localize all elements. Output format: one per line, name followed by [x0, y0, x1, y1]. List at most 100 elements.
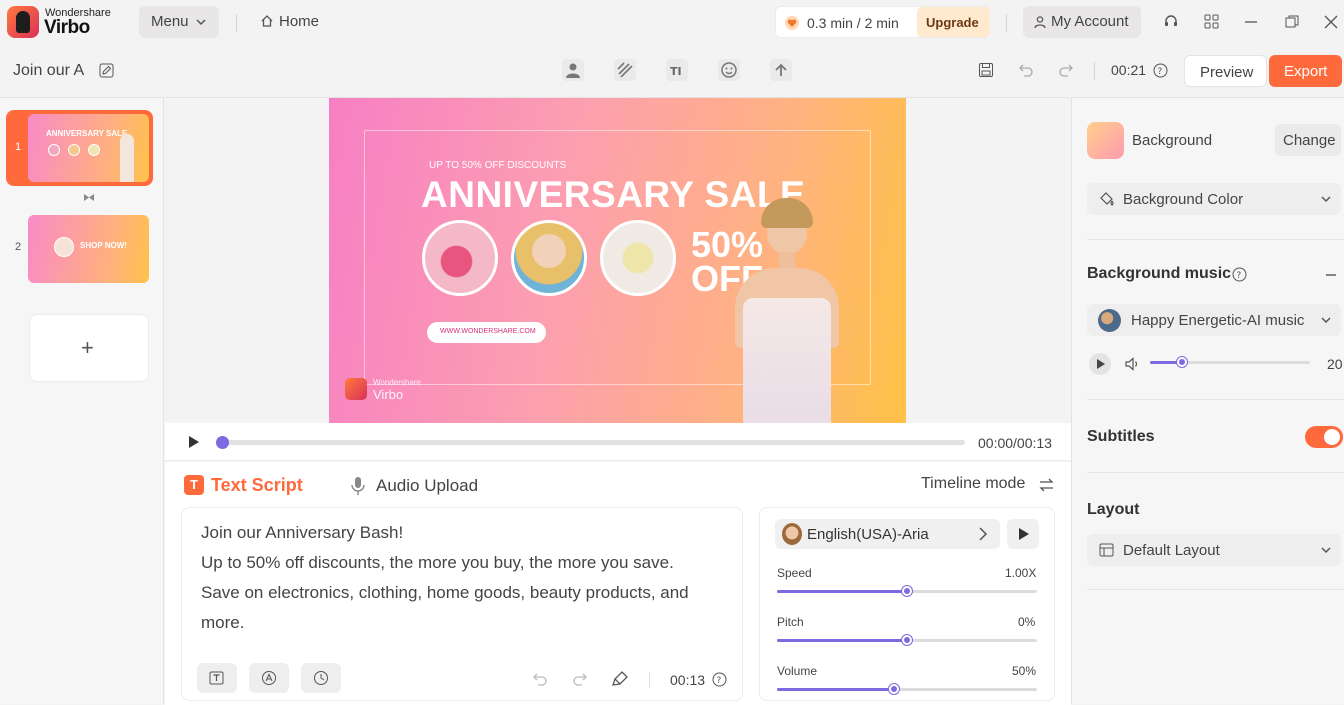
- menu-label: Menu: [151, 13, 189, 30]
- playback-knob[interactable]: [216, 436, 229, 449]
- help-icon[interactable]: ?: [712, 672, 727, 687]
- upgrade-button[interactable]: Upgrade: [917, 7, 990, 37]
- script-editor[interactable]: Join our Anniversary Bash! Up to 50% off…: [181, 507, 743, 701]
- transition-icon[interactable]: [83, 193, 95, 202]
- slide-thumb-title: ANNIVERSARY SALE: [46, 129, 128, 138]
- my-account-button[interactable]: My Account: [1023, 6, 1141, 38]
- script-area: T Text Script Audio Upload Timeline mode…: [165, 462, 1071, 705]
- script-duration: 00:13: [670, 672, 706, 688]
- product-image-heels[interactable]: [600, 220, 676, 296]
- help-icon[interactable]: ?: [1232, 267, 1247, 282]
- text-box-icon: [209, 671, 224, 685]
- home-button[interactable]: Home: [258, 12, 328, 34]
- voice-selector[interactable]: English(USA)-Aria: [775, 519, 1000, 549]
- canvas-logo-bottom: Virbo: [373, 387, 404, 402]
- music-dropdown[interactable]: Happy Energetic-AI music: [1087, 304, 1341, 336]
- volume-slider[interactable]: [777, 684, 1037, 695]
- user-icon: [1033, 15, 1047, 29]
- upload-tool-icon[interactable]: [770, 59, 792, 81]
- translate-icon: [261, 670, 277, 686]
- change-background-button[interactable]: Change: [1275, 124, 1341, 156]
- support-icon[interactable]: [1163, 14, 1179, 30]
- canvas-logo[interactable]: Wondershare Virbo: [345, 377, 425, 402]
- usage-box: 0.3 min / 2 min Upgrade: [775, 6, 990, 38]
- play-icon: [1096, 358, 1106, 370]
- sticker-tool-icon[interactable]: [718, 59, 740, 81]
- pitch-slider[interactable]: [777, 635, 1037, 646]
- brand-name-bottom: Virbo: [44, 17, 90, 38]
- avatar-tool-icon[interactable]: [562, 59, 584, 81]
- home-icon: [260, 14, 274, 28]
- speed-slider[interactable]: [777, 586, 1037, 597]
- translate-button[interactable]: [249, 663, 289, 693]
- collapse-icon[interactable]: [1325, 273, 1337, 277]
- toggle-knob: [1324, 429, 1340, 445]
- slide-item-1[interactable]: 1 ANNIVERSARY SALE: [6, 110, 153, 186]
- tab-audio-upload[interactable]: Audio Upload: [350, 474, 490, 498]
- music-volume-slider[interactable]: [1150, 357, 1310, 368]
- pitch-value: 0%: [1018, 615, 1036, 629]
- change-label: Change: [1283, 132, 1336, 149]
- minimize-icon[interactable]: [1244, 15, 1258, 29]
- usage-text: 0.3 min / 2 min: [807, 15, 899, 31]
- playback-track[interactable]: [217, 440, 965, 445]
- music-play-button[interactable]: [1089, 353, 1111, 375]
- help-icon[interactable]: ?: [1153, 63, 1168, 78]
- canvas-logo-top: Wondershare: [373, 378, 421, 387]
- url-pill[interactable]: WWW.WONDERSHARE.COM: [427, 322, 546, 343]
- speed-label: Speed: [777, 566, 812, 580]
- divider: [1087, 589, 1344, 590]
- clear-brush-icon[interactable]: [612, 670, 629, 687]
- slide-item-2[interactable]: 2 SHOP NOW!: [6, 212, 153, 284]
- insert-text-button[interactable]: [197, 663, 237, 693]
- edit-icon[interactable]: [99, 63, 114, 78]
- background-tool-icon[interactable]: [614, 59, 636, 81]
- canvas-small-text[interactable]: UP TO 50% OFF DISCOUNTS: [429, 160, 566, 171]
- timeline-mode-toggle[interactable]: Timeline mode: [921, 475, 1056, 497]
- total-duration: 00:21: [1111, 62, 1147, 78]
- script-line: Save on electronics, clothing, home good…: [201, 583, 689, 602]
- text-tool-icon[interactable]: TI: [666, 59, 688, 81]
- export-label: Export: [1284, 63, 1328, 80]
- svg-text:?: ?: [1237, 271, 1242, 281]
- close-icon[interactable]: [1324, 15, 1338, 29]
- app-logo: [7, 6, 39, 38]
- undo-icon[interactable]: [1018, 63, 1034, 77]
- play-icon[interactable]: [187, 435, 201, 449]
- divider: [1087, 472, 1344, 473]
- product-image-shoes[interactable]: [422, 220, 498, 296]
- play-icon: [1018, 527, 1030, 541]
- menu-button[interactable]: Menu: [139, 6, 219, 38]
- redo-icon[interactable]: [1058, 63, 1074, 77]
- apps-grid-icon[interactable]: [1204, 14, 1219, 29]
- add-slide-button[interactable]: +: [29, 314, 149, 382]
- volume-icon[interactable]: [1124, 356, 1140, 372]
- save-icon[interactable]: [978, 62, 994, 78]
- background-label: Background: [1132, 132, 1213, 149]
- swap-icon: [1039, 478, 1054, 492]
- subtitles-toggle[interactable]: [1305, 426, 1343, 448]
- tab-text-script[interactable]: T Text Script: [184, 474, 309, 498]
- product-image-woman[interactable]: [511, 220, 587, 296]
- avatar-presenter[interactable]: [715, 198, 855, 423]
- video-canvas[interactable]: UP TO 50% OFF DISCOUNTS ANNIVERSARY SALE…: [329, 98, 906, 423]
- redo-icon[interactable]: [572, 672, 588, 686]
- preview-button[interactable]: Preview: [1184, 55, 1267, 87]
- pause-insert-button[interactable]: [301, 663, 341, 693]
- divider: [1087, 399, 1344, 400]
- text-script-icon: T: [184, 475, 204, 495]
- pitch-label: Pitch: [777, 615, 804, 629]
- background-swatch[interactable]: [1087, 122, 1124, 159]
- export-button[interactable]: Export: [1269, 55, 1342, 87]
- layout-dropdown[interactable]: Default Layout: [1087, 534, 1341, 566]
- restore-icon[interactable]: [1285, 15, 1299, 29]
- my-account-label: My Account: [1051, 13, 1129, 30]
- properties-panel: Background Change Background Color Backg…: [1071, 97, 1344, 704]
- undo-icon[interactable]: [532, 672, 548, 686]
- background-color-dropdown[interactable]: Background Color: [1087, 183, 1341, 215]
- project-name[interactable]: Join our A: [13, 62, 84, 80]
- layout-title: Layout: [1087, 501, 1140, 518]
- slide-thumbnail: SHOP NOW!: [28, 215, 149, 283]
- voice-preview-button[interactable]: [1007, 519, 1039, 549]
- preview-label: Preview: [1200, 64, 1254, 81]
